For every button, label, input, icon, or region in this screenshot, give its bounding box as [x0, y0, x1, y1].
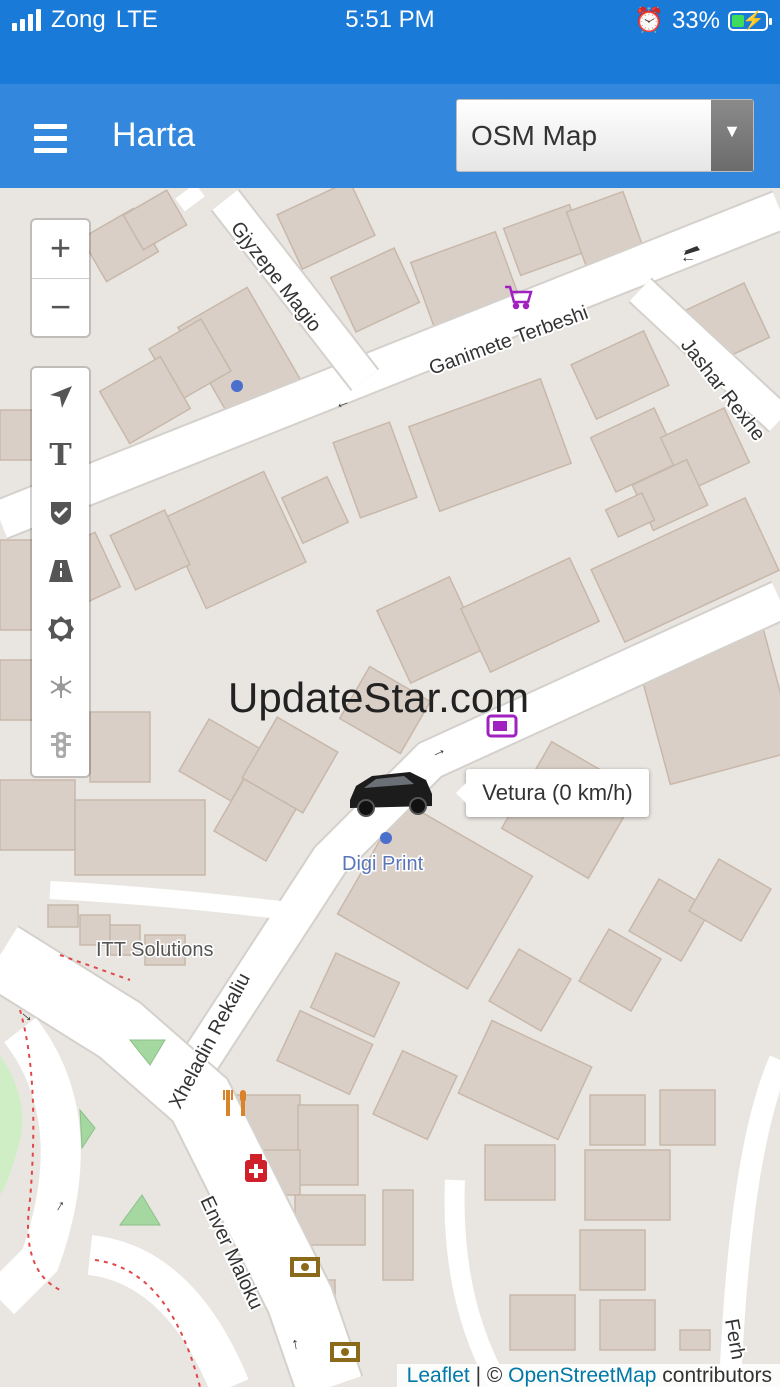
map-canvas[interactable]: ← ← → → → → Gjyzepe Magio Ganimete Terbe…: [0, 188, 780, 1387]
zoom-control: + −: [32, 220, 89, 336]
status-right: ⏰ 33% ⚡: [634, 6, 772, 35]
battery-percent: 33%: [671, 6, 720, 34]
page-title: Harta: [112, 116, 196, 154]
svg-text:←: ←: [680, 249, 696, 266]
vehicle-tooltip: Vetura (0 km/h): [456, 769, 649, 817]
navigate-arrow-icon[interactable]: [32, 368, 89, 426]
poi-label: Digi Print: [342, 853, 424, 875]
map-tools-toolbar: T: [32, 368, 89, 776]
park-area: [0, 1055, 23, 1195]
svg-text:→: →: [284, 1336, 304, 1355]
map-tiles: ← ← → → → → Gjyzepe Magio Ganimete Terbe…: [0, 188, 780, 1387]
battery-icon: ⚡: [728, 10, 772, 31]
attribution-suffix: contributors: [662, 1364, 772, 1387]
chevron-down-icon[interactable]: ▼: [711, 100, 753, 171]
poi-dot: [231, 380, 243, 392]
openstreetmap-link[interactable]: OpenStreetMap: [508, 1364, 656, 1387]
watermark-text: UpdateStar.com: [228, 674, 530, 721]
zoom-in-button[interactable]: +: [32, 220, 89, 278]
zoom-out-button[interactable]: −: [32, 278, 89, 336]
traffic-island: [79, 1108, 96, 1150]
alarm-clock-icon: ⏰: [634, 7, 664, 34]
road-icon[interactable]: [32, 542, 89, 600]
attribution-separator: | ©: [475, 1364, 503, 1387]
traffic-light-icon[interactable]: [32, 716, 89, 774]
map-attribution: Leaflet | © OpenStreetMap contributors: [396, 1364, 780, 1387]
status-bar: Zong LTE 5:51 PM ⏰ 33% ⚡: [0, 0, 780, 84]
map-type-select[interactable]: OSM Map ▼: [456, 99, 754, 172]
map-type-selected: OSM Map: [471, 120, 598, 151]
hamburger-menu-icon[interactable]: [34, 124, 67, 156]
network-node-icon[interactable]: [32, 658, 89, 716]
traffic-island: [119, 1194, 161, 1226]
sun-gear-icon[interactable]: [32, 600, 89, 658]
leaflet-link[interactable]: Leaflet: [407, 1364, 470, 1387]
poi-label: ITT Solutions: [96, 939, 213, 961]
text-tool-icon[interactable]: T: [32, 426, 89, 484]
shield-check-icon[interactable]: [32, 484, 89, 542]
poi-dot: [380, 832, 392, 844]
